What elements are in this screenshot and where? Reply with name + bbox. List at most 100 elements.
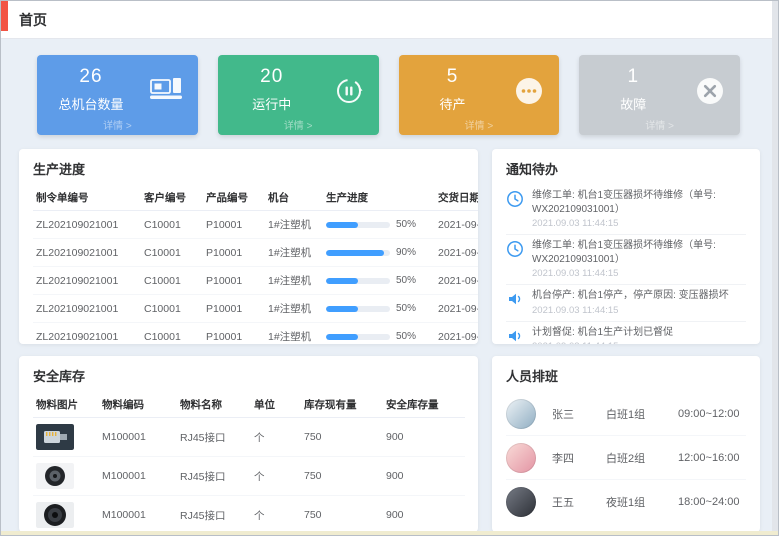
progress-label: 50% [396, 275, 416, 286]
staff-schedule-panel: 人员排班 张三 白班1组 09:00~12:00 李四 白班2组 12:00~1… [492, 356, 760, 532]
delivery-date: 2021-09-10 [435, 323, 478, 345]
machine: 1#注塑机 [265, 323, 323, 345]
delivery-date: 2021-09-10 [435, 211, 478, 239]
column-header: 物料编码 [99, 392, 177, 418]
order-no: ZL202109021001 [33, 295, 141, 323]
notification-time: 2021.09.03 11:44:15 [532, 341, 673, 344]
table-header-row: 制令单编号 客户编号 产品编号 机台 生产进度 交货日期 [33, 185, 478, 211]
stat-card-waiting[interactable]: 5 待产 详情 > [399, 55, 560, 135]
notification-item[interactable]: 机台停产: 机台1停产，停产原因: 变压器损坏 2021.09.03 11:44… [506, 285, 746, 322]
staff-shift: 白班1组 [606, 406, 678, 422]
notification-time: 2021.09.03 11:44:15 [532, 268, 746, 279]
staff-row: 张三 白班1组 09:00~12:00 [506, 392, 746, 436]
notification-body: 机台停产: 机台1停产，停产原因: 变压器损坏 2021.09.03 11:44… [532, 289, 729, 316]
clock-icon [506, 189, 524, 229]
product-no: P10001 [203, 211, 265, 239]
notification-body: 计划督促: 机台1生产计划已督促 2021.09.03 11:44:15 [532, 326, 673, 345]
column-header: 客户编号 [141, 185, 203, 211]
staff-time: 12:00~16:00 [678, 452, 739, 464]
stock-current: 750 [301, 496, 383, 533]
customer-no: C10001 [141, 295, 203, 323]
speaker-icon [506, 326, 524, 345]
progress-bar-fill [326, 250, 384, 256]
staff-name: 王五 [552, 494, 606, 510]
order-no: ZL202109021001 [33, 323, 141, 345]
notification-text: 维修工单: 机台1变压器损坏待维修（单号: WX202109031001） [532, 239, 746, 266]
staff-time: 09:00~12:00 [678, 408, 739, 420]
material-unit: 个 [251, 457, 301, 496]
material-photo-cell [33, 496, 99, 533]
table-row: ZL202109021001 C10001 P10001 1#注塑机 50% 2… [33, 323, 478, 345]
progress-cell: 50% [323, 267, 435, 295]
progress-cell: 90% [323, 239, 435, 267]
material-photo-cell [33, 457, 99, 496]
progress-label: 50% [396, 303, 416, 314]
notification-item[interactable]: 维修工单: 机台1变压器损坏待维修（单号: WX202109031001） 20… [506, 235, 746, 285]
stat-label: 运行中 [218, 94, 326, 113]
stat-card-running[interactable]: 20 运行中 详情 > [218, 55, 379, 135]
machine: 1#注塑机 [265, 211, 323, 239]
detail-link[interactable]: 详情 > [37, 117, 198, 132]
column-header: 生产进度 [323, 185, 435, 211]
left-edge-accent [1, 1, 8, 31]
tools-icon [696, 77, 724, 110]
customer-no: C10001 [141, 267, 203, 295]
machine: 1#注塑机 [265, 239, 323, 267]
material-code: M100001 [99, 457, 177, 496]
staff-row: 李四 白班2组 12:00~16:00 [506, 436, 746, 480]
speaker-icon [506, 289, 524, 316]
delivery-date: 2021-09-10 [435, 239, 478, 267]
avatar [506, 443, 536, 473]
material-name: RJ45接口 [177, 457, 251, 496]
column-header: 交货日期 [435, 185, 478, 211]
column-header: 机台 [265, 185, 323, 211]
detail-link[interactable]: 详情 > [579, 117, 740, 132]
stock-safety: 900 [383, 457, 465, 496]
product-no: P10001 [203, 239, 265, 267]
detail-link[interactable]: 详情 > [399, 117, 560, 132]
bottom-edge-strip [1, 531, 778, 535]
material-photo-cell [33, 418, 99, 457]
speaker-component-photo [36, 502, 74, 528]
machine-icon [150, 77, 182, 106]
progress-bar [326, 334, 390, 340]
table-row: ZL202109021001 C10001 P10001 1#注塑机 50% 2… [33, 267, 478, 295]
order-no: ZL202109021001 [33, 211, 141, 239]
right-scrollbar-track[interactable] [772, 1, 778, 535]
notification-time: 2021.09.03 11:44:15 [532, 305, 729, 316]
stat-card-text: 5 待产 [399, 55, 507, 113]
notification-item[interactable]: 维修工单: 机台1变压器损坏待维修（单号: WX202109031001） 20… [506, 185, 746, 235]
coil-component-photo [36, 463, 74, 489]
stat-card-fault[interactable]: 1 故障 详情 > [579, 55, 740, 135]
notification-body: 维修工单: 机台1变压器损坏待维修（单号: WX202109031001） 20… [532, 189, 746, 229]
stat-label: 待产 [399, 94, 507, 113]
material-code: M100001 [99, 418, 177, 457]
detail-link[interactable]: 详情 > [218, 117, 379, 132]
table-row: M100001 RJ45接口 个 750 900 [33, 418, 465, 457]
staff-row: 王五 夜班1组 18:00~24:00 [506, 480, 746, 524]
column-header: 制令单编号 [33, 185, 141, 211]
order-no: ZL202109021001 [33, 239, 141, 267]
progress-bar [326, 222, 390, 228]
panel-title: 人员排班 [506, 366, 746, 385]
progress-cell: 50% [323, 295, 435, 323]
stat-card-total-machines[interactable]: 26 总机台数量 详情 > [37, 55, 198, 135]
progress-label: 90% [396, 247, 416, 258]
safety-stock-panel: 安全库存 物料图片 物料编码 物料名称 单位 库存现有量 安全库存量 [19, 356, 478, 532]
staff-time: 18:00~24:00 [678, 496, 739, 508]
machine: 1#注塑机 [265, 267, 323, 295]
material-unit: 个 [251, 496, 301, 533]
avatar [506, 399, 536, 429]
staff-name: 张三 [552, 406, 606, 422]
notification-item[interactable]: 计划督促: 机台1生产计划已督促 2021.09.03 11:44:15 [506, 322, 746, 345]
staff-shift: 白班2组 [606, 450, 678, 466]
table-row: ZL202109021001 C10001 P10001 1#注塑机 50% 2… [33, 295, 478, 323]
stock-current: 750 [301, 457, 383, 496]
column-header: 物料图片 [33, 392, 99, 418]
page-title: 首页 [19, 10, 47, 30]
column-header: 安全库存量 [383, 392, 465, 418]
column-header: 物料名称 [177, 392, 251, 418]
product-no: P10001 [203, 267, 265, 295]
production-table: 制令单编号 客户编号 产品编号 机台 生产进度 交货日期 ZL202109021… [33, 185, 478, 344]
progress-bar-fill [326, 222, 358, 228]
